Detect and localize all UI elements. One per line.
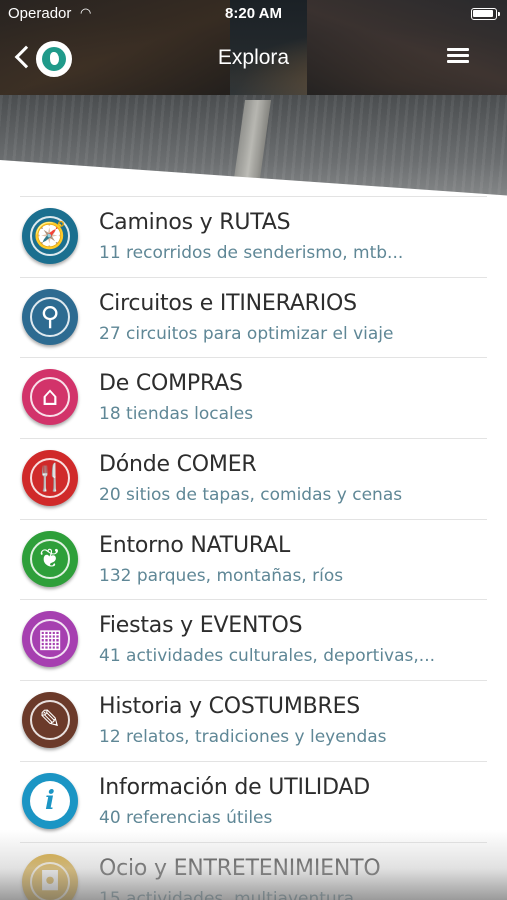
item-title: Circuitos e ITINERARIOS — [99, 290, 357, 316]
item-subtitle: 132 parques, montañas, ríos — [99, 565, 344, 586]
category-list: 🧭 Caminos y RUTAS 11 recorridos de senderi… — [0, 196, 507, 900]
item-subtitle: 20 sitios de tapas, comidas y cenas — [99, 485, 403, 506]
item-title: Entorno NATURAL — [99, 532, 291, 558]
item-title: Dónde COMER — [99, 452, 257, 478]
list-item[interactable]: ⌂ De COMPRAS 18 tiendas locales — [20, 357, 487, 438]
list-item[interactable]: ✎ Historia y COSTUMBRES 12 relatos, tradic… — [20, 680, 487, 761]
item-title: Fiestas y EVENTOS — [99, 613, 303, 639]
item-title: Caminos y RUTAS — [99, 210, 291, 235]
shop-icon: ⌂ — [22, 369, 78, 426]
item-subtitle: 15 actividades, multiaventura... — [99, 888, 371, 900]
item-title: Ocio y ENTRETENIMIENTO — [99, 855, 381, 881]
list-item[interactable]: i Información de UTILIDAD 40 referencias ú… — [20, 760, 487, 842]
item-subtitle: 40 referencias útiles — [99, 807, 273, 828]
backpack-icon: ◘ — [22, 853, 78, 900]
item-subtitle: 12 relatos, tradiciones y leyendas — [99, 727, 387, 748]
clock: 8:20 AM — [225, 5, 282, 22]
battery-icon — [471, 8, 500, 20]
list-item[interactable]: ⚲ Circuitos e ITINERARIOS 27 circuitos par… — [20, 276, 487, 358]
item-title: De COMPRAS — [99, 371, 243, 397]
item-subtitle: 27 circuitos para optimizar el viaje — [99, 323, 394, 344]
list-item[interactable]: ▦ Fiestas y EVENTOS 41 actividades cultura… — [20, 599, 487, 680]
menu-icon[interactable] — [447, 48, 469, 64]
list-item[interactable]: ❦ Entorno NATURAL 132 parques, montañas, r… — [20, 518, 487, 600]
list-item[interactable]: 🧭 Caminos y RUTAS 11 recorridos de senderi… — [20, 196, 487, 277]
nav-bar: Explora — [0, 28, 507, 88]
list-item[interactable]: 🍴 Dónde COMER 20 sitios de tapas, comidas … — [20, 438, 487, 519]
scroll-icon: ✎ — [22, 692, 78, 749]
list-item[interactable]: ◘ Ocio y ENTRETENIMIENTO 15 actividades, m… — [20, 841, 487, 900]
page-title: Explora — [217, 46, 290, 69]
info-icon: i — [22, 772, 78, 829]
leaf-icon: ❦ — [22, 530, 78, 587]
route-pin-icon: ⚲ — [22, 288, 78, 345]
item-subtitle: 11 recorridos de senderismo, mtb... — [99, 243, 404, 263]
item-subtitle: 18 tiendas locales — [99, 404, 254, 425]
fork-knife-icon: 🍴 — [22, 450, 78, 507]
calendar-icon: ▦ — [22, 611, 78, 668]
item-title: Historia y COSTUMBRES — [99, 694, 361, 720]
item-title: Información de UTILIDAD — [99, 774, 371, 800]
status-bar: Operador ◠ 8:20 AM — [0, 0, 507, 28]
compass-icon: 🧭 — [22, 208, 78, 264]
item-subtitle: 41 actividades culturales, deportivas,..… — [99, 646, 435, 667]
